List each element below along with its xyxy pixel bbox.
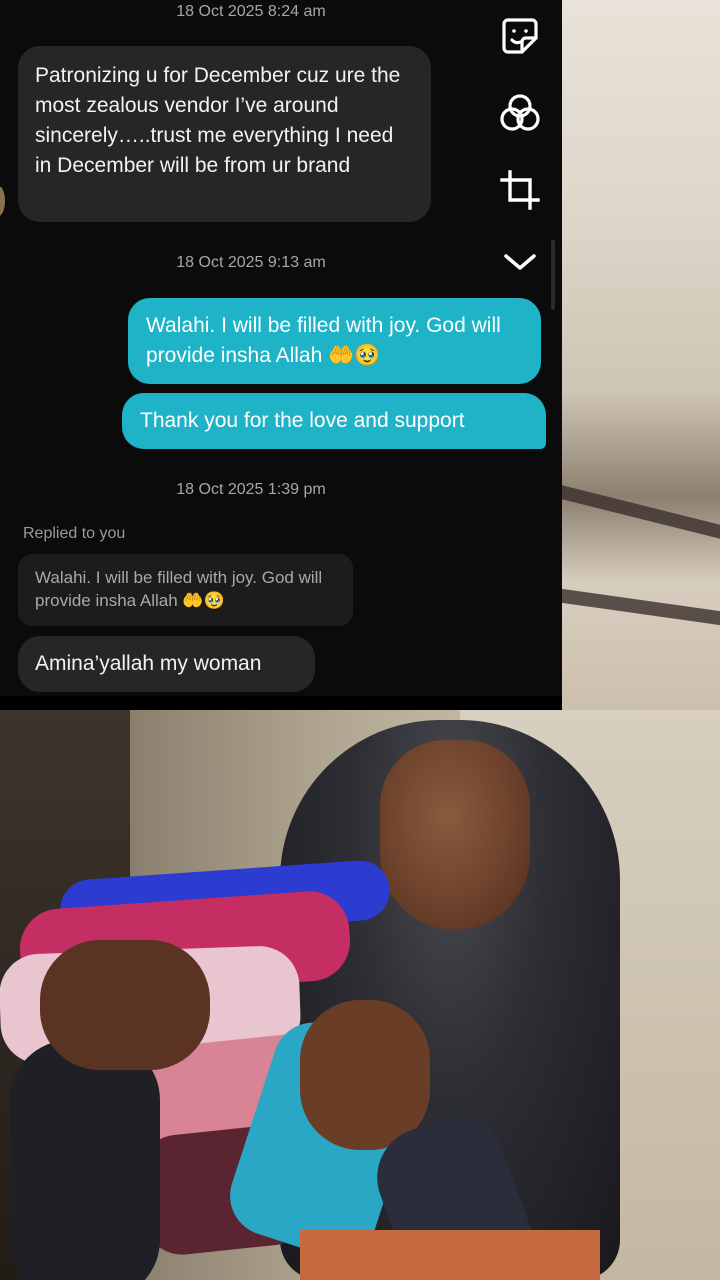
avatar <box>0 186 5 216</box>
face <box>380 740 530 930</box>
skirt <box>300 1230 600 1280</box>
timestamp: 18 Oct 2025 9:13 am <box>176 254 326 271</box>
chat-screenshot: 18 Oct 2025 8:24 am Patronizing u for De… <box>0 0 562 710</box>
timestamp: 18 Oct 2025 8:24 am <box>176 3 326 20</box>
ceiling-beam <box>562 485 720 539</box>
sticker-icon[interactable] <box>498 14 542 58</box>
ceiling-beam <box>562 588 720 626</box>
outgoing-message[interactable]: Walahi. I will be filled with joy. God w… <box>128 298 541 384</box>
reply-label: Replied to you <box>23 525 126 542</box>
outgoing-message[interactable]: Thank you for the love and support <box>122 393 546 449</box>
left-hand <box>40 940 210 1070</box>
left-arm <box>10 1040 160 1280</box>
divider <box>0 696 562 710</box>
chevron-down-icon[interactable] <box>498 240 542 284</box>
reply-quote[interactable]: Walahi. I will be filled with joy. God w… <box>18 554 353 626</box>
background-photo-woman-with-hijabs <box>0 710 720 1280</box>
timestamp: 18 Oct 2025 1:39 pm <box>176 481 326 498</box>
scrollbar[interactable] <box>551 240 555 310</box>
crop-icon[interactable] <box>498 168 542 212</box>
background-ceiling-photo <box>562 0 720 710</box>
incoming-message[interactable]: Patronizing u for December cuz ure the m… <box>18 46 431 222</box>
incoming-message[interactable]: Amina’yallah my woman <box>18 636 315 692</box>
color-filter-icon[interactable] <box>498 92 542 136</box>
right-hand <box>300 1000 430 1150</box>
